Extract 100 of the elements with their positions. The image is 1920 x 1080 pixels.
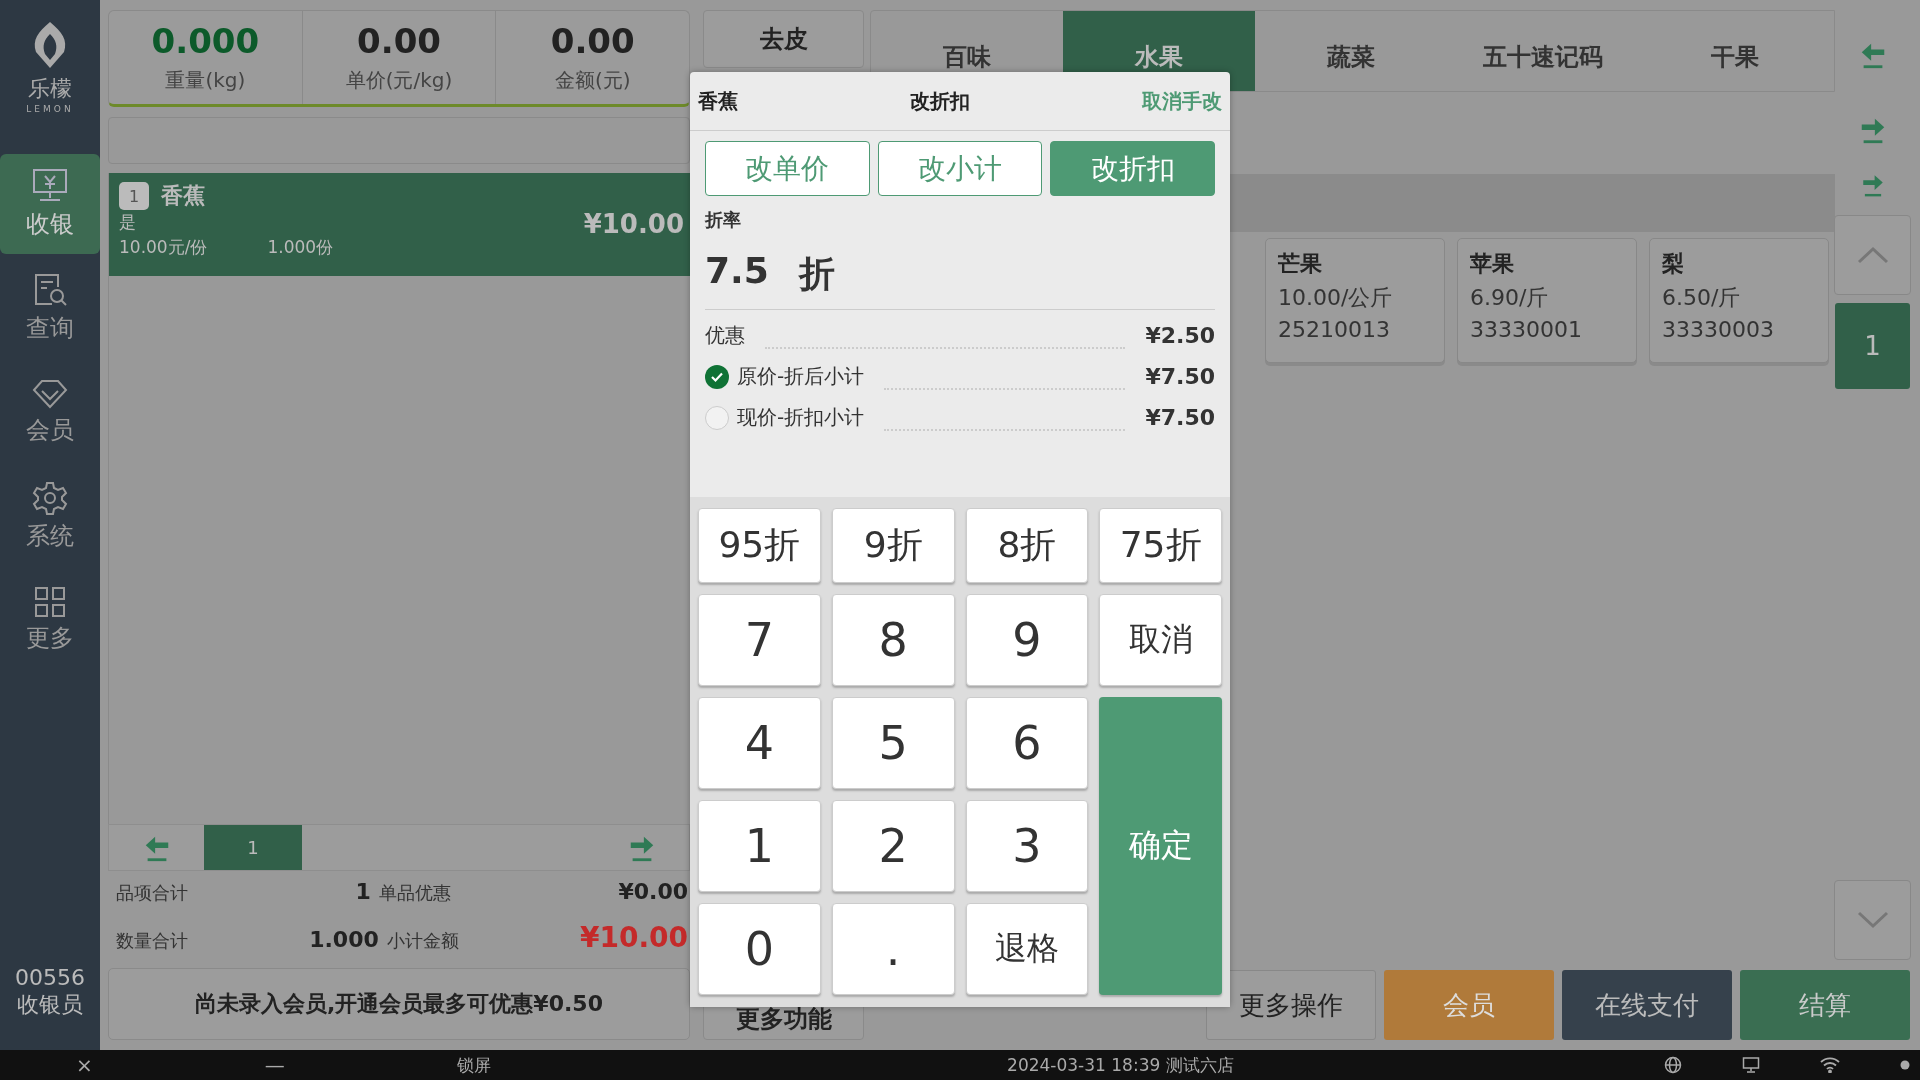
cashier-code: 00556 [15, 965, 85, 990]
keypad-key[interactable]: 0 [698, 903, 821, 995]
rate-value: 7.5 [705, 250, 769, 293]
action-button[interactable]: 在线支付 [1562, 970, 1732, 1040]
preset-key[interactable]: 75折 [1099, 508, 1222, 583]
product-card[interactable]: 芒果 10.00/公斤 25210013 [1265, 238, 1445, 363]
keypad-key[interactable]: 4 [698, 697, 821, 789]
globe-icon[interactable] [1664, 1056, 1682, 1074]
scroll-down-button[interactable] [1834, 880, 1911, 960]
mode-tab[interactable]: 改折扣 [1050, 141, 1215, 196]
monitor-icon [31, 168, 69, 204]
keypad-key[interactable]: 8 [831, 594, 955, 686]
rate-label: 折率 [705, 208, 742, 232]
keypad-key[interactable]: 取消 [1099, 594, 1222, 686]
item-quantity: 1.000份 [267, 236, 334, 259]
grid-icon [34, 586, 66, 618]
keypad-key[interactable]: . [831, 903, 955, 995]
mode-tab[interactable]: 改小计 [877, 141, 1043, 196]
row-value: ¥2.50 [1145, 323, 1215, 348]
status-dot-icon [1900, 1060, 1910, 1070]
cashier-role: 收银员 [17, 991, 83, 1019]
product-name: 芒果 [1278, 250, 1323, 278]
monitor-icon[interactable] [1742, 1056, 1760, 1074]
dialog-product: 香蕉 [698, 87, 738, 115]
row-label: 原价-折后小计 [737, 363, 865, 390]
scale-label: 金额(元) [554, 67, 631, 94]
product-code: 33330001 [1470, 317, 1583, 342]
keypad-key[interactable]: 6 [965, 697, 1089, 789]
row-label: 优惠 [705, 322, 745, 349]
category-tab[interactable]: 蔬菜 [1255, 11, 1447, 91]
row-label: 现价-折扣小计 [737, 404, 865, 431]
wifi-icon[interactable] [1820, 1057, 1840, 1073]
scale-value: 0.000 [151, 21, 260, 61]
radio-button[interactable] [705, 405, 729, 430]
item-amount: ¥10.00 [583, 209, 684, 239]
product-code: 33330003 [1662, 317, 1775, 342]
product-card[interactable]: 梨 6.50/斤 33330003 [1649, 238, 1829, 363]
item-name: 香蕉 [161, 182, 205, 210]
keypad-key[interactable]: 9 [965, 594, 1089, 686]
logo-subtitle: LEMON [26, 104, 74, 114]
page-number[interactable]: 1 [204, 825, 302, 870]
summary-value: ¥10.00 [579, 921, 688, 954]
product-price: 10.00/公斤 [1278, 284, 1394, 312]
product-card[interactable]: 苹果 6.90/斤 33330001 [1457, 238, 1637, 363]
sidebar-item[interactable]: 更多 [0, 570, 100, 670]
preset-key[interactable]: 9折 [831, 508, 955, 583]
close-button[interactable]: × [70, 1052, 99, 1078]
page-number[interactable]: 1 [1835, 303, 1910, 389]
item-unit-price: 10.00元/份 [119, 236, 208, 259]
confirm-button[interactable]: 确定 [1099, 697, 1222, 995]
mode-tab[interactable]: 改单价 [705, 141, 870, 196]
sidebar-item[interactable]: 查询 [0, 258, 100, 358]
row-value: ¥7.50 [1145, 364, 1215, 389]
product-price: 6.50/斤 [1662, 284, 1742, 312]
item-index: 1 [119, 182, 149, 210]
sidebar-item[interactable]: 会员 [0, 362, 100, 462]
action-button[interactable]: 更多操作 [1206, 970, 1376, 1040]
product-code: 25210013 [1278, 317, 1391, 342]
chevron-down-icon [1856, 911, 1889, 929]
lock-screen-button[interactable]: 锁屏 [450, 1052, 497, 1078]
summary-label: 品项合计 [116, 881, 189, 905]
keypad-key[interactable]: 3 [965, 800, 1089, 892]
cart-item[interactable]: 1 香蕉 是 10.00元/份 1.000份 ¥10.00 [109, 173, 690, 276]
preset-key[interactable]: 95折 [698, 508, 821, 583]
product-name: 梨 [1662, 250, 1685, 278]
chevron-up-icon [1856, 246, 1889, 264]
search-document-icon [32, 272, 68, 308]
keypad-key[interactable]: 2 [831, 800, 955, 892]
input-bar[interactable] [108, 117, 690, 164]
keypad-key[interactable]: 5 [831, 697, 955, 789]
sidebar-item[interactable]: 收银 [0, 154, 100, 254]
member-banner: 尚未录入会员,开通会员最多可优惠¥0.50 [108, 968, 690, 1040]
rate-unit: 折 [798, 252, 835, 296]
scale-value: 0.00 [550, 21, 635, 61]
category-tab[interactable]: 五十速记码 [1447, 11, 1639, 91]
product-name: 苹果 [1470, 250, 1515, 278]
keypad-key[interactable]: 1 [698, 800, 821, 892]
keypad-key[interactable]: 退格 [965, 903, 1089, 995]
keypad-key[interactable]: 7 [698, 594, 821, 686]
radio-button[interactable] [705, 364, 729, 389]
summary-value: ¥0.00 [618, 879, 688, 904]
action-button[interactable]: 结算 [1740, 970, 1910, 1040]
scroll-up-button[interactable] [1834, 215, 1911, 295]
scale-value: 0.00 [357, 21, 441, 61]
preset-key[interactable]: 8折 [965, 508, 1089, 583]
sidebar-item[interactable]: 系统 [0, 466, 100, 566]
product-price: 6.90/斤 [1470, 284, 1550, 312]
scale-label: 单价(元/kg) [345, 67, 453, 94]
summary-label: 单品优惠 [378, 881, 452, 905]
minimize-button[interactable]: — [258, 1052, 291, 1078]
tare-button[interactable]: 去皮 [703, 10, 864, 68]
logo-text: 乐檬 [28, 75, 72, 103]
status-text: 2024-03-31 18:39 测试六店 [1006, 1053, 1235, 1077]
category-tab[interactable]: 干果 [1639, 11, 1831, 91]
scale-label: 重量(kg) [165, 67, 246, 94]
summary-label: 数量合计 [116, 929, 189, 953]
summary-label: 小计金额 [386, 929, 460, 953]
summary-value: 1 [355, 879, 371, 904]
diamond-icon [32, 378, 68, 410]
item-note: 是 [119, 211, 136, 234]
